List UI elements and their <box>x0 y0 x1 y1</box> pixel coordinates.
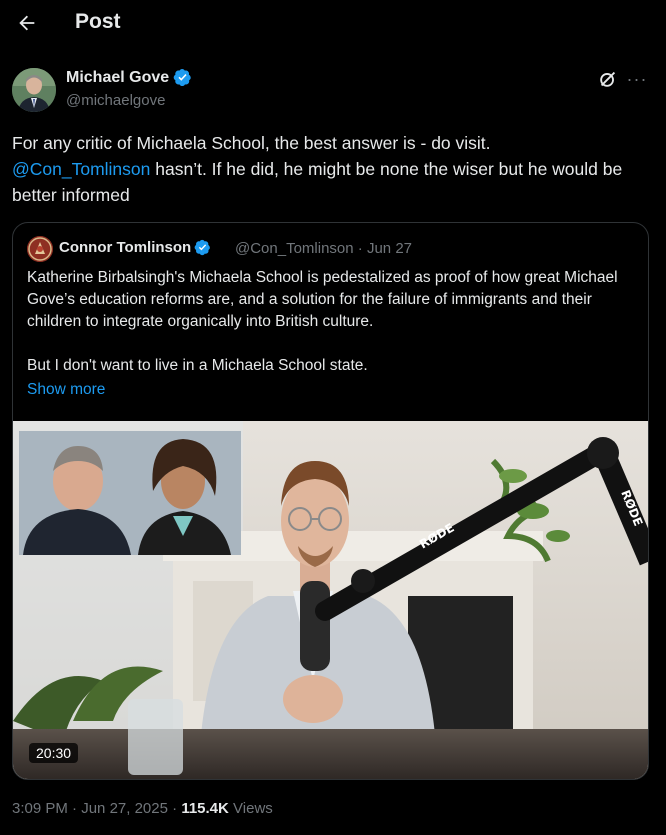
author-name-text[interactable]: Michael Gove <box>66 69 169 87</box>
meta-separator: · <box>172 800 178 817</box>
post-text: For any critic of Michaela School, the b… <box>12 130 642 208</box>
quoted-post-date[interactable]: Jun 27 <box>367 240 412 257</box>
more-options-button[interactable]: ··· <box>626 68 648 90</box>
page-title: Post <box>75 10 121 33</box>
quoted-author-name-text[interactable]: Connor Tomlinson <box>59 239 191 256</box>
arrow-left-icon <box>19 15 35 31</box>
video-duration-badge: 20:30 <box>29 743 79 763</box>
show-more-link[interactable]: Show more <box>27 381 105 399</box>
post-metadata: 3:09 PM · Jun 27, 2025 · 115.4K Views <box>12 800 273 817</box>
author-name[interactable]: Michael Gove <box>66 68 192 87</box>
mention-link[interactable]: @Con_Tomlinson <box>12 159 150 179</box>
back-button[interactable] <box>12 8 42 38</box>
quoted-author-avatar[interactable] <box>27 236 53 262</box>
post-time[interactable]: 3:09 PM <box>12 800 68 817</box>
quoted-post[interactable]: Connor Tomlinson @Con_Tomlinson · Jun 27… <box>12 222 649 780</box>
views-label: Views <box>233 800 273 817</box>
views-count: 115.4K <box>181 800 229 817</box>
author-handle[interactable]: @michaelgove <box>66 92 165 109</box>
meta-separator: · <box>72 800 78 817</box>
video-player[interactable]: RØDE RØDE 20:30 <box>13 421 648 779</box>
author-avatar[interactable] <box>12 68 56 112</box>
quoted-post-meta: @Con_Tomlinson · Jun 27 <box>235 240 412 257</box>
grok-icon <box>600 71 616 87</box>
quoted-paragraph-2: But I don't want to live in a Michaela S… <box>27 357 368 374</box>
post-text-start: For any critic of Michaela School, the b… <box>12 133 491 153</box>
verified-badge-icon <box>194 239 211 256</box>
post-date[interactable]: Jun 27, 2025 <box>81 800 168 817</box>
meta-separator: · <box>357 240 363 257</box>
top-bar: Post <box>0 0 666 48</box>
ellipsis-icon: ··· <box>626 68 648 89</box>
grok-button[interactable] <box>597 68 619 90</box>
quoted-author-name[interactable]: Connor Tomlinson <box>59 239 211 256</box>
verified-badge-icon <box>173 68 191 87</box>
quoted-author-handle[interactable]: @Con_Tomlinson <box>235 240 354 257</box>
quoted-post-text: Katherine Birbalsingh's Michaela School … <box>27 267 637 377</box>
video-thumbnail <box>13 421 648 779</box>
quoted-paragraph-1: Katherine Birbalsingh's Michaela School … <box>27 269 618 330</box>
